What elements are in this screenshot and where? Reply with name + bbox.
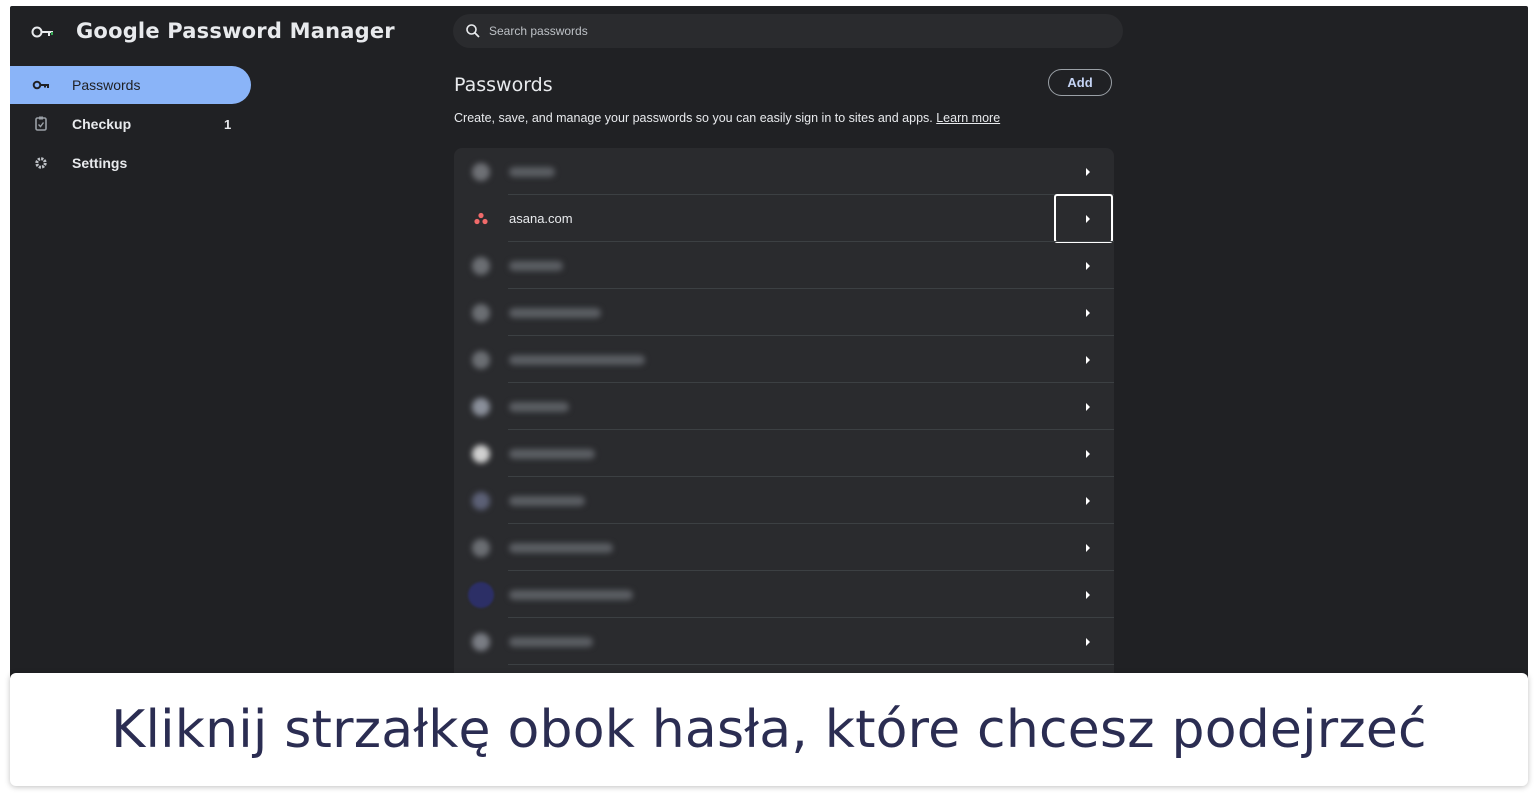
site-favicon-icon xyxy=(472,632,490,651)
chevron-right-icon[interactable] xyxy=(1078,444,1098,464)
caption-text: Kliknij strzałkę obok hasła, które chces… xyxy=(111,699,1427,760)
key-icon xyxy=(32,76,50,94)
list-item[interactable] xyxy=(454,289,1114,336)
gear-icon xyxy=(32,154,50,172)
search-icon xyxy=(466,24,480,38)
sidebar-item-label: Settings xyxy=(72,155,128,171)
sidebar-item-label: Passwords xyxy=(72,77,141,93)
list-item[interactable] xyxy=(454,242,1114,289)
blurred-site-name xyxy=(509,495,585,506)
add-password-button[interactable]: Add xyxy=(1048,69,1112,96)
blurred-site-name xyxy=(509,448,595,459)
chevron-right-icon[interactable] xyxy=(1078,256,1098,276)
blurred-site-name xyxy=(509,589,633,600)
highlight-box xyxy=(1054,194,1113,243)
key-icon xyxy=(31,26,53,38)
site-favicon-icon xyxy=(468,581,494,608)
list-item[interactable] xyxy=(454,571,1114,618)
list-item[interactable] xyxy=(454,618,1114,665)
instruction-caption: Kliknij strzałkę obok hasła, które chces… xyxy=(10,673,1528,786)
site-favicon-icon xyxy=(472,350,490,369)
checkup-count-badge: 1 xyxy=(224,116,232,132)
site-favicon-icon xyxy=(472,162,490,181)
list-item[interactable] xyxy=(454,148,1114,195)
blurred-site-name xyxy=(509,307,601,318)
blurred-site-name xyxy=(509,636,593,647)
site-name: asana.com xyxy=(509,211,573,226)
app-title: Google Password Manager xyxy=(76,19,395,43)
search-input[interactable] xyxy=(487,23,1091,39)
chevron-right-icon[interactable] xyxy=(1078,491,1098,511)
search-bar[interactable] xyxy=(453,14,1123,48)
blurred-site-name xyxy=(509,260,563,271)
sidebar-item-checkup[interactable]: Checkup 1 xyxy=(10,105,251,143)
list-item[interactable] xyxy=(454,383,1114,430)
site-favicon-icon xyxy=(472,491,490,510)
site-favicon-icon xyxy=(472,397,490,416)
app-window: Google Password Manager Passwords Checku… xyxy=(10,6,1528,722)
chevron-right-icon[interactable] xyxy=(1078,538,1098,558)
site-favicon-icon xyxy=(472,303,490,322)
blurred-site-name xyxy=(509,166,555,177)
blurred-site-name xyxy=(509,401,569,412)
list-item[interactable]: asana.com xyxy=(454,194,1114,243)
sidebar-item-label: Checkup xyxy=(72,116,132,132)
sidebar-item-settings[interactable]: Settings xyxy=(10,144,251,182)
blurred-site-name xyxy=(509,542,613,553)
site-favicon-icon xyxy=(472,256,490,275)
list-item[interactable] xyxy=(454,477,1114,524)
chevron-right-icon[interactable] xyxy=(1078,350,1098,370)
checkup-icon xyxy=(32,115,50,133)
sidebar-item-passwords[interactable]: Passwords xyxy=(10,66,251,104)
site-favicon-icon xyxy=(472,538,490,557)
password-list: asana.com xyxy=(454,148,1114,722)
list-item[interactable] xyxy=(454,336,1114,383)
list-item[interactable] xyxy=(454,524,1114,571)
list-item[interactable] xyxy=(454,430,1114,477)
blurred-site-name xyxy=(509,354,645,365)
chevron-right-icon[interactable] xyxy=(1078,632,1098,652)
page-title: Passwords xyxy=(454,74,553,96)
chevron-right-icon[interactable] xyxy=(1078,397,1098,417)
site-favicon-icon xyxy=(472,444,490,463)
page-description: Create, save, and manage your passwords … xyxy=(454,111,1001,125)
chevron-right-icon[interactable] xyxy=(1078,303,1098,323)
learn-more-link[interactable]: Learn more xyxy=(936,111,1000,125)
asana-logo-icon xyxy=(472,210,490,228)
chevron-right-icon[interactable] xyxy=(1078,162,1098,182)
chevron-right-icon[interactable] xyxy=(1078,585,1098,605)
